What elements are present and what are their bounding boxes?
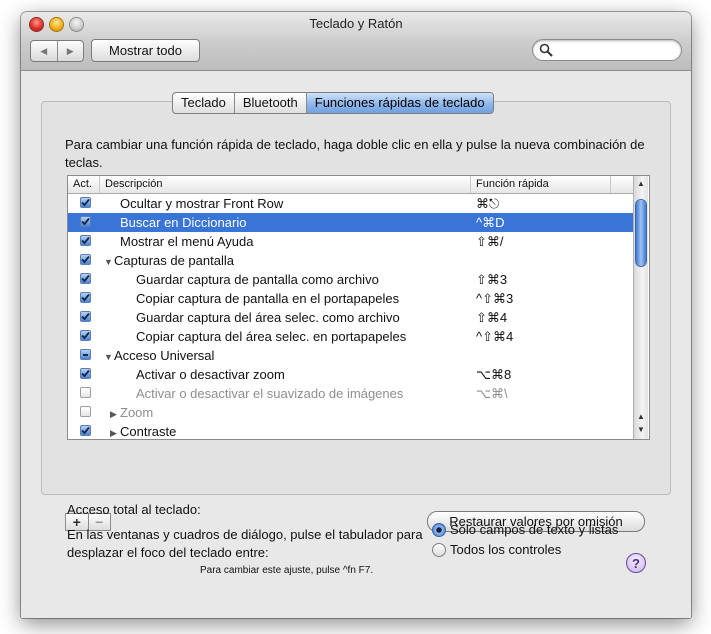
enable-checkbox[interactable]	[80, 216, 91, 227]
shortcut-description: ▼Acceso Universal	[104, 346, 214, 367]
tab-keyboard[interactable]: Teclado	[173, 93, 234, 113]
shortcut-keys: ⇧⌘3	[476, 272, 508, 287]
scroll-down-icon[interactable]: ▼	[637, 425, 645, 434]
column-header-active[interactable]: Act.	[68, 176, 100, 193]
enable-checkbox[interactable]	[80, 349, 91, 360]
keyboard-access-title: Acceso total al teclado:	[67, 502, 201, 517]
shortcut-keys: ^⇧⌘4	[476, 329, 514, 344]
shortcut-description: ▶ Zoom	[110, 403, 153, 424]
shortcut-keys: ⌘⎋	[476, 196, 500, 211]
shortcuts-table: Act. Descripción Función rápida Ocultar …	[67, 175, 650, 440]
instructions-text: Para cambiar una función rápida de tecla…	[65, 137, 645, 170]
table-row[interactable]: ▶ Zoom	[68, 403, 633, 422]
shortcut-label: Guardar captura del área selec. como arc…	[136, 310, 400, 325]
shortcut-label: Activar o desactivar zoom	[136, 367, 285, 382]
keyboard-access-hint: Para cambiar este ajuste, pulse ^fn F7.	[200, 565, 374, 576]
table-row[interactable]: Buscar en Diccionario ^⌘D	[68, 213, 633, 232]
enable-checkbox[interactable]	[80, 330, 91, 341]
enable-checkbox[interactable]	[80, 292, 91, 303]
column-header-shortcut[interactable]: Función rápida	[471, 176, 611, 193]
keyboard-access-description: En las ventanas y cuadros de diálogo, pu…	[67, 527, 423, 560]
enable-checkbox[interactable]	[80, 235, 91, 246]
table-row[interactable]: ▼Capturas de pantalla	[68, 251, 633, 270]
table-body: Ocultar y mostrar Front Row ⌘⎋ Buscar en D…	[68, 194, 633, 439]
shortcut-description: Copiar captura del área selec. en portap…	[136, 327, 406, 346]
tab-bar: Teclado Bluetooth Funciones rápidas de t…	[172, 92, 494, 114]
forward-arrow-icon[interactable]: ▶	[56, 41, 84, 61]
shortcut-keys: ^⌘D	[476, 215, 505, 230]
shortcut-label: Capturas de pantalla	[114, 253, 234, 268]
radio-all-controls[interactable]: Todos los controles	[432, 540, 618, 560]
keyboard-access-options: Sólo campos de texto y listas Todos los …	[432, 520, 618, 560]
enable-checkbox[interactable]	[80, 425, 91, 436]
shortcut-label: Mostrar el menú Ayuda	[120, 234, 254, 249]
back-arrow-icon[interactable]: ◀	[31, 41, 57, 61]
shortcut-description: Activar o desactivar zoom	[136, 365, 285, 384]
shortcut-label: Acceso Universal	[114, 348, 215, 363]
radio-label: Todos los controles	[450, 542, 562, 557]
shortcut-description: Ocultar y mostrar Front Row	[120, 194, 283, 213]
table-row[interactable]: ▶ Contraste	[68, 422, 633, 439]
tab-keyboard-shortcuts[interactable]: Funciones rápidas de teclado	[305, 93, 493, 113]
enable-checkbox[interactable]	[80, 254, 91, 265]
radio-label: Sólo campos de texto y listas	[450, 522, 619, 537]
shortcut-description: Copiar captura de pantalla en el portapa…	[136, 289, 399, 308]
shortcut-label: Copiar captura del área selec. en portap…	[136, 329, 407, 344]
shortcut-keys: ⇧⌘/	[476, 234, 504, 249]
shortcut-label: Copiar captura de pantalla en el portapa…	[136, 291, 400, 306]
table-row[interactable]: Activar o desactivar el suavizado de imá…	[68, 384, 633, 403]
preferences-window: Teclado y Ratón ◀ ▶ Mostrar todo Teclado…	[21, 12, 691, 618]
search-input[interactable]	[532, 39, 682, 61]
shortcut-description: Guardar captura de pantalla como archivo	[136, 270, 379, 289]
shortcut-label: Activar o desactivar el suavizado de imá…	[136, 386, 404, 401]
table-row[interactable]: Copiar captura del área selec. en portap…	[68, 327, 633, 346]
radio-selected-icon	[432, 523, 446, 537]
shortcut-description: ▶ Contraste	[110, 422, 177, 439]
vertical-scrollbar[interactable]: ▲ ▲ ▼	[633, 176, 648, 439]
shortcut-label: Guardar captura de pantalla como archivo	[136, 272, 379, 287]
window-title: Teclado y Ratón	[309, 16, 403, 31]
table-row[interactable]: Ocultar y mostrar Front Row ⌘⎋	[68, 194, 633, 213]
scroll-up-icon[interactable]: ▲	[637, 179, 645, 188]
shortcut-description: Guardar captura del área selec. como arc…	[136, 308, 400, 327]
table-row[interactable]: Guardar captura de pantalla como archivo…	[68, 270, 633, 289]
enable-checkbox[interactable]	[80, 368, 91, 379]
table-row[interactable]: Activar o desactivar zoom ⌥⌘8	[68, 365, 633, 384]
enable-checkbox[interactable]	[80, 197, 91, 208]
table-row[interactable]: Guardar captura del área selec. como arc…	[68, 308, 633, 327]
shortcut-label: Zoom	[120, 405, 154, 420]
enable-checkbox[interactable]	[80, 273, 91, 284]
back-forward-control: ◀ ▶	[30, 40, 84, 62]
show-all-button[interactable]: Mostrar todo	[91, 39, 200, 62]
shortcut-keys: ⌥⌘8	[476, 367, 512, 382]
help-icon[interactable]: ?	[626, 553, 646, 573]
shortcut-label: Ocultar y mostrar Front Row	[120, 196, 284, 211]
table-header: Act. Descripción Función rápida	[68, 176, 633, 194]
table-row[interactable]: Copiar captura de pantalla en el portapa…	[68, 289, 633, 308]
disclosure-closed-icon[interactable]: ▶	[110, 424, 120, 439]
radio-unselected-icon	[432, 543, 446, 557]
shortcut-label: Contraste	[120, 424, 177, 439]
magnifier-icon	[539, 43, 553, 57]
column-header-description[interactable]: Descripción	[100, 176, 471, 193]
scroll-up-arrow-icon[interactable]: ▲	[637, 412, 645, 421]
shortcut-keys: ⌥⌘\	[476, 386, 508, 401]
enable-checkbox[interactable]	[80, 387, 91, 398]
shortcut-label: Buscar en Diccionario	[120, 215, 247, 230]
shortcut-description: ▼Capturas de pantalla	[104, 251, 234, 272]
enable-checkbox[interactable]	[80, 311, 91, 322]
shortcut-description: Mostrar el menú Ayuda	[120, 232, 253, 251]
shortcut-keys: ⇧⌘4	[476, 310, 508, 325]
shortcut-description: Buscar en Diccionario	[120, 213, 246, 232]
shortcut-keys: ^⇧⌘3	[476, 291, 514, 306]
shortcut-description: Activar o desactivar el suavizado de imá…	[136, 384, 403, 403]
enable-checkbox[interactable]	[80, 406, 91, 417]
scroll-thumb[interactable]	[636, 200, 646, 266]
title-bar: Teclado y Ratón ◀ ▶ Mostrar todo	[21, 12, 691, 71]
table-row[interactable]: ▼Acceso Universal	[68, 346, 633, 365]
tab-bluetooth[interactable]: Bluetooth	[233, 93, 306, 113]
radio-text-fields-only[interactable]: Sólo campos de texto y listas	[432, 520, 618, 540]
table-row[interactable]: Mostrar el menú Ayuda ⇧⌘/	[68, 232, 633, 251]
